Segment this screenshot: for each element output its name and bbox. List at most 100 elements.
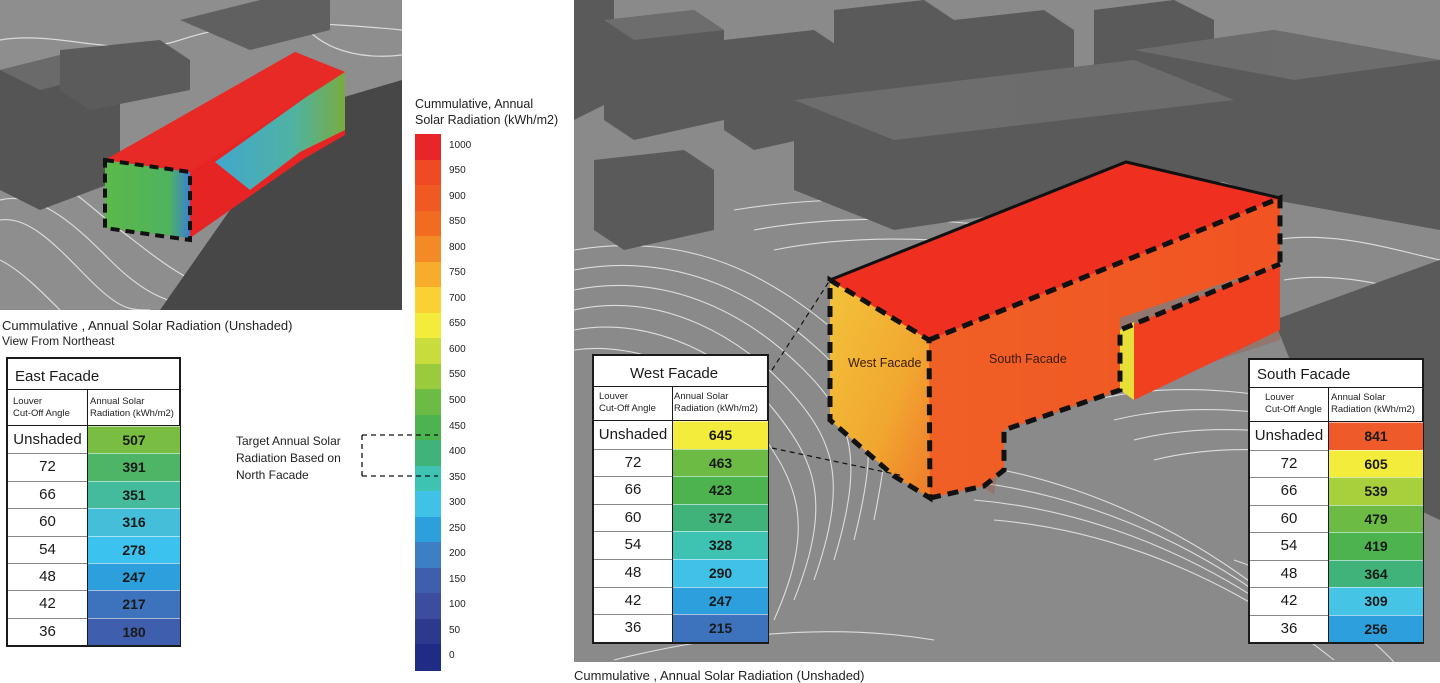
table-row-angle: Unshaded [13, 431, 82, 448]
legend-tick-label: 650 [449, 318, 466, 330]
legend-tick-label: 50 [449, 624, 461, 636]
legend-tick-label: 950 [449, 165, 466, 177]
west-hdr-rad-1: Annual Solar [674, 391, 729, 402]
table-row-value: 423 [673, 476, 768, 504]
table-row-angle: Unshaded [1254, 427, 1324, 444]
south-hdr-angle-2: Cut-Off Angle [1265, 404, 1322, 415]
legend-tick-label: 450 [449, 420, 466, 432]
legend-tick-label: 500 [449, 395, 466, 406]
northeast-caption-line1: Cummulative , Annual Solar Radiation (Un… [2, 318, 293, 333]
south-facade-label: South Facade [989, 352, 1067, 366]
west-facade-label: West Facade [848, 356, 922, 370]
table-row-value: 256 [1329, 614, 1423, 642]
target-annotation-line2: Radiation Based on [236, 451, 341, 465]
table-row-angle: 66 [624, 481, 642, 499]
table-row-value: 605 [1329, 449, 1423, 477]
south-hdr-rad-2: Radiation (kWh/m2) [1331, 404, 1415, 415]
table-row-value: 309 [1329, 587, 1423, 615]
legend-tick-label: 200 [449, 548, 466, 560]
table-row-angle: 48 [39, 568, 56, 585]
legend-swatch [415, 338, 441, 365]
table-row-value: 841 [1329, 422, 1423, 450]
legend-swatch [415, 593, 441, 620]
table-row-angle: 54 [624, 536, 642, 554]
east-hdr-rad-2: Radiation (kWh/m2) [90, 408, 174, 419]
legend-color-bar [415, 134, 441, 671]
legend-swatch [415, 516, 441, 543]
legend-swatch [415, 618, 441, 646]
table-row-value: 217 [88, 590, 180, 618]
legend-tick-label: 300 [449, 497, 466, 509]
legend-swatch [415, 134, 441, 161]
table-row-angle: 48 [1280, 564, 1298, 582]
table-row-angle: 36 [1280, 619, 1298, 637]
west-hdr-angle-2: Cut-Off Angle [599, 403, 656, 414]
target-bracket [361, 434, 438, 477]
table-row-angle: 36 [624, 619, 642, 637]
table-row-angle: 72 [1280, 454, 1298, 472]
table-row-value: 290 [673, 559, 768, 587]
west-hdr-rad-2: Radiation (kWh/m2) [674, 403, 758, 414]
table-row-value: 419 [1329, 532, 1423, 560]
legend-swatch [415, 261, 441, 288]
east-table-title: East Facade [15, 368, 100, 385]
legend-tick-label: 1000 [449, 139, 472, 151]
east-hdr-angle-1: Louver [13, 396, 43, 407]
legend-tick-label: 250 [449, 522, 466, 534]
table-row-angle: 60 [39, 513, 56, 531]
legend-tick-label: 0 [449, 650, 455, 662]
legend-tick-label: 400 [449, 446, 466, 458]
table-row-angle: 60 [624, 508, 642, 526]
legend-swatch [415, 644, 441, 671]
table-row-angle: 60 [1280, 509, 1298, 527]
legend-title-line2: Solar Radiation (kWh/m2) [415, 113, 559, 127]
table-row-value: 507 [88, 426, 180, 454]
table-row-angle: Unshaded [598, 426, 668, 443]
table-row-value: 391 [88, 453, 180, 481]
legend-swatch [415, 491, 441, 518]
legend-title: Cummulative, Annual Solar Radiation (kWh… [415, 96, 558, 128]
table-row-value: 247 [88, 563, 180, 591]
target-annotation-line3: North Facade [236, 468, 309, 482]
legend-swatch [415, 389, 441, 416]
legend-tick-label: 750 [449, 267, 466, 279]
table-row-value: 247 [673, 586, 768, 615]
table-row-angle: 36 [39, 622, 56, 640]
legend-tick-label: 350 [449, 471, 466, 483]
table-row-angle: 72 [39, 458, 56, 476]
legend-swatch [415, 363, 441, 390]
legend-tick-label: 850 [449, 216, 466, 228]
target-annotation-line1: Target Annual Solar [236, 434, 341, 448]
table-row-angle: 54 [39, 540, 56, 558]
south-table-title: South Facade [1257, 366, 1351, 383]
table-row-value: 328 [673, 531, 768, 559]
legend-tick-label: 600 [449, 343, 466, 355]
legend-tick-label: 800 [449, 241, 466, 253]
legend-swatch [415, 210, 441, 237]
legend-tick-label: 100 [449, 599, 466, 611]
table-row-value: 364 [1329, 559, 1423, 587]
table-row-angle: 66 [39, 485, 56, 503]
table-row-angle: 54 [1280, 537, 1298, 554]
table-row-value: 539 [1329, 477, 1423, 505]
legend-swatch [415, 159, 441, 186]
south-hdr-rad-1: Annual Solar [1331, 392, 1386, 403]
table-row-value: 372 [673, 503, 768, 532]
table-row-value: 463 [673, 448, 768, 477]
northeast-model-render [0, 0, 402, 310]
legend-tick-label: 900 [449, 190, 466, 202]
west-table-title: West Facade [630, 365, 719, 382]
east-hdr-rad-1: Annual Solar [90, 396, 145, 407]
legend-swatch [415, 185, 441, 212]
west-facade-table: West Facade Louver Cut-Off Angle Annual … [592, 354, 769, 644]
table-row-value: 479 [1329, 504, 1423, 532]
table-row-angle: 42 [624, 591, 642, 609]
legend-title-line1: Cummulative, Annual [415, 97, 534, 111]
legend-swatch [415, 287, 441, 314]
table-row-value: 351 [88, 480, 180, 509]
table-row-value: 278 [88, 535, 180, 563]
west-hdr-angle-1: Louver [599, 391, 629, 402]
legend-tick-label: 550 [449, 369, 466, 381]
table-row-angle: 48 [624, 564, 642, 581]
table-row-angle: 42 [39, 595, 56, 613]
